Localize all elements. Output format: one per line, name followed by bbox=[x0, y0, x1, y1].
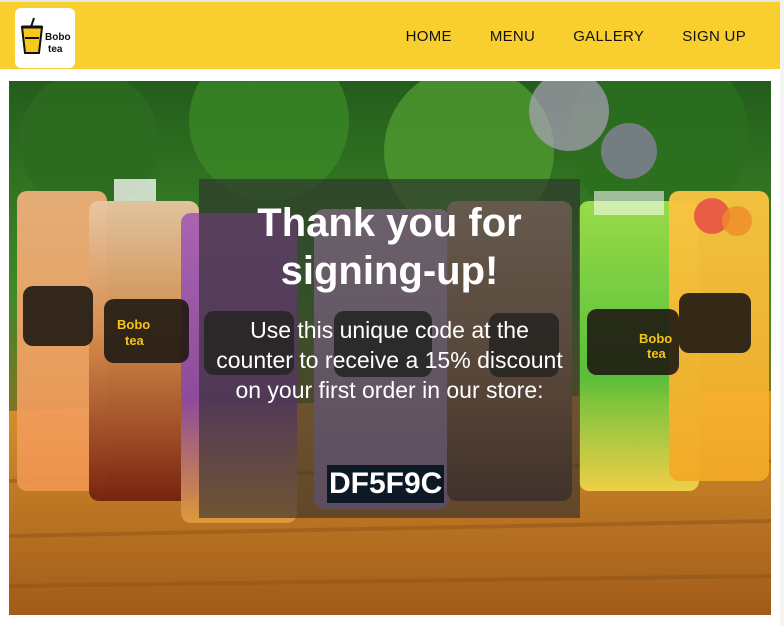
main-navigation: HOME MENU GALLERY SIGN UP bbox=[406, 2, 746, 71]
signup-confirmation-panel: Thank you for signing-up! Use this uniqu… bbox=[199, 179, 580, 518]
svg-text:Bobo: Bobo bbox=[117, 317, 150, 332]
nav-home[interactable]: HOME bbox=[406, 28, 452, 45]
boba-cup-icon: Bobo tea bbox=[20, 17, 71, 55]
discount-code[interactable]: DF5F9C bbox=[327, 465, 445, 503]
svg-text:Bobo: Bobo bbox=[639, 331, 672, 346]
nav-sign-up[interactable]: SIGN UP bbox=[682, 28, 746, 45]
navbar: Bobo tea HOME MENU GALLERY SIGN UP bbox=[0, 0, 784, 69]
brand-logo[interactable]: Bobo tea bbox=[15, 8, 75, 68]
heading-line-2: signing-up! bbox=[280, 249, 499, 293]
page-scrollbar-track[interactable] bbox=[780, 0, 784, 626]
thank-you-heading: Thank you for signing-up! bbox=[199, 199, 580, 295]
svg-text:Bobo: Bobo bbox=[45, 32, 71, 43]
hero-banner: Bobo tea Bobo tea Thank you for signing-… bbox=[9, 81, 771, 615]
svg-text:tea: tea bbox=[647, 346, 667, 361]
nav-menu[interactable]: MENU bbox=[490, 28, 535, 45]
nav-gallery[interactable]: GALLERY bbox=[573, 28, 644, 45]
discount-message: Use this unique code at the counter to r… bbox=[216, 317, 563, 403]
svg-text:tea: tea bbox=[125, 333, 145, 348]
svg-text:tea: tea bbox=[48, 44, 63, 55]
heading-line-1: Thank you for bbox=[257, 201, 522, 245]
